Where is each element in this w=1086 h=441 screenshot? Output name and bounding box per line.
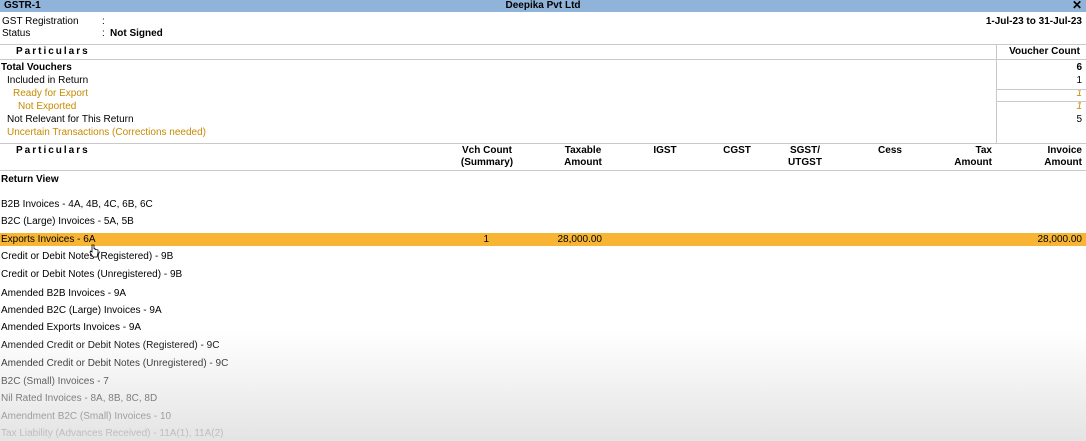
column-vch-count: Vch Count (Summary) xyxy=(460,145,514,168)
column-sgst-utgst: SGST/UTGST xyxy=(788,145,822,168)
table-row[interactable]: B2C (Small) Invoices - 7 xyxy=(0,374,1086,389)
summary-row-included[interactable]: Included in Return 1 xyxy=(0,75,1086,87)
mouse-cursor-icon xyxy=(89,244,99,258)
table-row[interactable]: Amended B2C (Large) Invoices - 9A xyxy=(0,303,1086,318)
column-cgst: CGST xyxy=(723,145,751,156)
table-row[interactable]: Amendment B2C (Small) Invoices - 10 xyxy=(0,409,1086,424)
column-cess: Cess xyxy=(878,145,902,156)
summary-row-not-relevant[interactable]: Not Relevant for This Return 5 xyxy=(0,114,1086,126)
section-return-view: Return View xyxy=(1,174,59,185)
period-range[interactable]: 1-Jul-23 to 31-Jul-23 xyxy=(986,16,1082,27)
column-taxable-amount: Taxable Amount xyxy=(564,145,602,168)
gst-registration-label: GST Registration xyxy=(2,16,79,27)
table-row[interactable]: Amended Exports Invoices - 9A xyxy=(0,320,1086,335)
table-row[interactable]: Tax Liability (Advances Received) - 11A(… xyxy=(0,426,1086,441)
table-row[interactable]: Credit or Debit Notes (Registered) - 9B xyxy=(0,249,1086,264)
summary-row-total-vouchers[interactable]: Total Vouchers 6 xyxy=(0,62,1086,74)
table-header-particulars: Particulars xyxy=(16,145,90,156)
summary-header-voucher-count: Voucher Count xyxy=(1009,46,1080,57)
table-row[interactable]: Amended Credit or Debit Notes (Registere… xyxy=(0,338,1086,353)
summary-row-uncertain[interactable]: Uncertain Transactions (Corrections need… xyxy=(0,127,1086,139)
column-tax-amount: Tax Amount xyxy=(954,145,992,168)
title-bar: Deepika Pvt Ltd GSTR-1 ✕ xyxy=(0,0,1086,12)
table-row[interactable]: Amended B2B Invoices - 9A xyxy=(0,286,1086,301)
summary-row-ready-for-export[interactable]: Ready for Export 1 xyxy=(0,88,1086,100)
close-icon[interactable]: ✕ xyxy=(1072,0,1082,11)
column-igst: IGST xyxy=(653,145,677,156)
status-label: Status xyxy=(2,28,31,39)
column-invoice-amount: Invoice Amount xyxy=(1044,145,1082,168)
summary-row-not-exported[interactable]: Not Exported 1 xyxy=(0,101,1086,113)
table-row[interactable]: B2C (Large) Invoices - 5A, 5B xyxy=(0,214,1086,229)
table-row[interactable]: B2B Invoices - 4A, 4B, 4C, 6B, 6C xyxy=(0,197,1086,212)
table-row[interactable]: Amended Credit or Debit Notes (Unregiste… xyxy=(0,356,1086,371)
table-row-selected[interactable]: Exports Invoices - 6A 1 28,000.00 28,000… xyxy=(0,233,1086,246)
status-value: Not Signed xyxy=(110,28,163,39)
summary-header-particulars: Particulars xyxy=(16,46,90,57)
report-name: GSTR-1 xyxy=(4,0,41,11)
table-row[interactable]: Credit or Debit Notes (Unregistered) - 9… xyxy=(0,267,1086,282)
company-name: Deepika Pvt Ltd xyxy=(505,0,581,11)
table-row[interactable]: Nil Rated Invoices - 8A, 8B, 8C, 8D xyxy=(0,391,1086,406)
